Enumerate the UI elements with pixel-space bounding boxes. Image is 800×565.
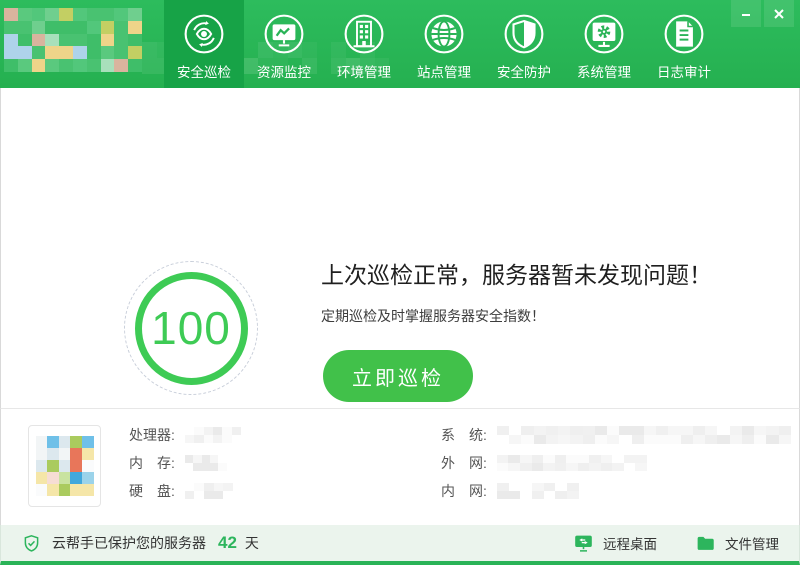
security-score-ring: 100: [134, 271, 248, 385]
os-label: 系 统:: [441, 427, 487, 443]
memory-value-censored: [184, 455, 227, 471]
protection-days: 42: [218, 533, 237, 552]
hardware-info-column: 处理器: 内 存: 硬 盘:: [129, 425, 241, 509]
nav-label: 站点管理: [417, 65, 471, 80]
app-logo-censored: [4, 8, 142, 72]
protection-days-unit: 天: [244, 535, 259, 551]
security-score-dial: 100: [124, 261, 258, 395]
nav-item-system-manage[interactable]: 系统管理: [564, 0, 644, 88]
remote-desktop-button[interactable]: 远程桌面: [573, 533, 657, 554]
memory-label: 内 存:: [129, 455, 175, 471]
wan-label: 外 网:: [441, 455, 487, 471]
monitor-gear-icon: [584, 14, 624, 54]
shield-check-icon: [24, 534, 39, 552]
nav-item-log-audit[interactable]: 日志审计: [644, 0, 724, 88]
header-bar: 安全巡检 资源监控 环境管理 站点管理 安全防护 系统管理 日志审计: [0, 0, 800, 88]
nav-label: 环境管理: [337, 65, 391, 80]
disk-label: 硬 盘:: [129, 483, 175, 499]
os-row: 系 统:: [441, 425, 791, 445]
shield-half-icon: [504, 14, 544, 54]
close-button[interactable]: [764, 0, 794, 27]
patrol-icon: [184, 14, 224, 54]
wan-row: 外 网:: [441, 453, 791, 473]
nav-item-security-protect[interactable]: 安全防护: [484, 0, 564, 88]
folder-icon: [697, 536, 714, 550]
protection-status: 云帮手已保护您的服务器 42 天: [21, 533, 259, 554]
protection-text: 云帮手已保护您的服务器: [52, 535, 206, 551]
window-controls: [728, 0, 794, 27]
nav-item-security-patrol[interactable]: 安全巡检: [164, 0, 244, 88]
patrol-panel: 100 上次巡检正常，服务器暂未发现问题！ 定期巡检及时掌握服务器安全指数！ 立…: [0, 88, 800, 408]
remote-desktop-label: 远程桌面: [603, 537, 657, 552]
nav-label: 系统管理: [577, 65, 631, 80]
close-icon: [774, 8, 784, 19]
inspect-now-button[interactable]: 立即巡检: [323, 350, 473, 402]
wan-value-censored: [496, 455, 647, 471]
nav-label: 日志审计: [657, 65, 711, 80]
disk-row: 硬 盘:: [129, 481, 241, 501]
minimize-button[interactable]: [731, 0, 761, 27]
monitor-chart-icon: [264, 14, 304, 54]
processor-row: 处理器:: [129, 425, 241, 445]
nav-item-environment[interactable]: 环境管理: [324, 0, 404, 88]
quick-actions: 远程桌面 文件管理: [535, 533, 779, 554]
security-score-value: 100: [151, 302, 231, 354]
nav-label: 安全巡检: [177, 65, 231, 80]
lan-row: 内 网:: [441, 481, 791, 501]
os-logo-censored: [35, 436, 94, 496]
globe-icon: [424, 14, 464, 54]
memory-row: 内 存:: [129, 453, 241, 473]
nav-label: 资源监控: [257, 65, 311, 80]
processor-label: 处理器:: [129, 427, 175, 443]
status-bar: 云帮手已保护您的服务器 42 天 远程桌面 文件管理: [0, 525, 800, 565]
patrol-status-title: 上次巡检正常，服务器暂未发现问题！: [321, 262, 712, 288]
main-nav: 安全巡检 资源监控 环境管理 站点管理 安全防护 系统管理 日志审计: [164, 0, 724, 88]
patrol-status-subtitle: 定期巡检及时掌握服务器安全指数！: [321, 308, 545, 324]
building-icon: [344, 14, 384, 54]
nav-item-resource-monitor[interactable]: 资源监控: [244, 0, 324, 88]
file-manager-button[interactable]: 文件管理: [695, 533, 779, 554]
remote-desktop-icon: [575, 535, 592, 552]
lan-value-censored: [496, 483, 579, 499]
os-value-censored: [496, 426, 791, 444]
minimize-icon: [742, 13, 750, 16]
disk-value-censored: [184, 483, 233, 499]
app-window: 安全巡检 资源监控 环境管理 站点管理 安全防护 系统管理 日志审计 100 上…: [0, 0, 800, 565]
network-info-column: 系 统: 外 网: 内 网:: [441, 425, 791, 509]
nav-item-site-manage[interactable]: 站点管理: [404, 0, 484, 88]
processor-value-censored: [184, 427, 241, 443]
document-icon: [664, 14, 704, 54]
file-manager-label: 文件管理: [725, 537, 779, 552]
nav-label: 安全防护: [497, 65, 551, 80]
server-info-panel: 处理器: 内 存: 硬 盘: 系 统: 外 网: 内 网:: [0, 408, 800, 525]
os-logo-box: [28, 425, 101, 507]
lan-label: 内 网:: [441, 483, 487, 499]
